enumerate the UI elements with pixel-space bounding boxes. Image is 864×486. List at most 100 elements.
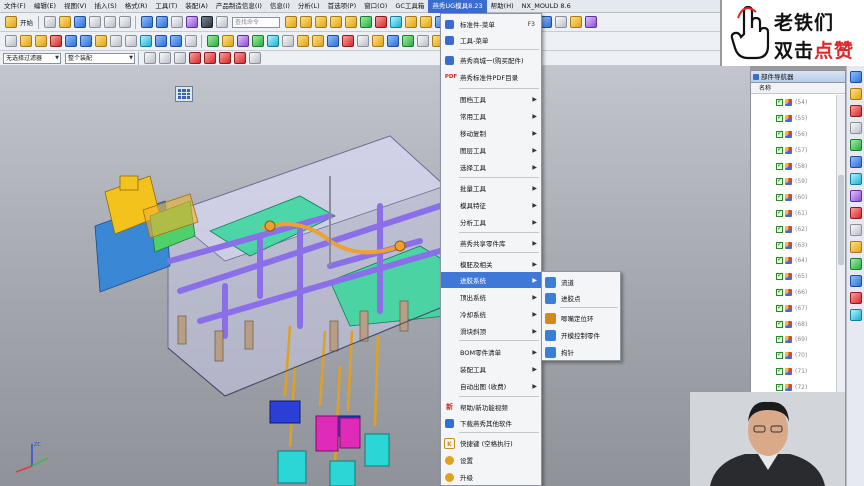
navigator-row[interactable]: (63) bbox=[751, 237, 837, 253]
menu-item-2[interactable]: 工具-菜单 bbox=[441, 32, 541, 48]
menu-item[interactable]: 装配(A) bbox=[181, 0, 212, 13]
menu-item-8[interactable]: 图层工具 ▶ bbox=[441, 142, 541, 158]
add-component-icon[interactable] bbox=[386, 35, 399, 47]
visibility-checkbox[interactable] bbox=[776, 97, 783, 107]
start-button[interactable]: 开始 bbox=[20, 17, 33, 27]
reference-set-icon[interactable] bbox=[416, 35, 429, 47]
visibility-checkbox[interactable] bbox=[776, 319, 783, 328]
submenu-item-4[interactable]: 开模控制零件 bbox=[542, 327, 620, 343]
submenu-item-2[interactable]: 进胶点 bbox=[542, 290, 620, 306]
system-scenes-icon[interactable] bbox=[849, 241, 862, 253]
menu-item[interactable]: 信息(I) bbox=[266, 0, 294, 13]
synchronous-icon[interactable] bbox=[569, 16, 582, 28]
part-navigator-icon[interactable] bbox=[849, 105, 862, 117]
wireframe-icon[interactable] bbox=[109, 35, 122, 47]
visibility-checkbox[interactable] bbox=[776, 303, 783, 312]
history-icon[interactable] bbox=[849, 173, 862, 185]
visibility-checkbox[interactable] bbox=[776, 366, 783, 375]
name-column-header[interactable]: 名称 bbox=[751, 83, 845, 94]
menu-item-1[interactable]: 标准件-菜单 F3 bbox=[441, 16, 541, 32]
submenu-item-1[interactable]: 流道 bbox=[542, 274, 620, 290]
menu-item[interactable]: 燕秀UG模具8.23 bbox=[428, 0, 487, 13]
menu-item-26[interactable]: 升级 bbox=[441, 469, 541, 485]
menu-item[interactable]: 文件(F) bbox=[0, 0, 30, 13]
select-all-icon[interactable] bbox=[143, 52, 156, 64]
menu-item[interactable]: 分析(L) bbox=[294, 0, 324, 13]
assembly-icon[interactable] bbox=[371, 35, 384, 47]
visibility-checkbox[interactable] bbox=[776, 113, 783, 123]
select-icon[interactable] bbox=[4, 35, 17, 47]
visibility-checkbox[interactable] bbox=[776, 208, 783, 217]
cylinder-icon[interactable] bbox=[344, 16, 357, 28]
navigator-row[interactable]: (64) bbox=[751, 253, 837, 269]
menu-item-3[interactable]: 燕秀商城一(购买配件) bbox=[441, 52, 541, 68]
sketch-icon[interactable] bbox=[284, 16, 297, 28]
reuse-library-icon[interactable] bbox=[849, 122, 862, 134]
command-finder-icon[interactable] bbox=[170, 16, 183, 28]
snap-endpoint-icon[interactable] bbox=[188, 52, 201, 64]
wcs-icon[interactable] bbox=[326, 35, 339, 47]
save-icon[interactable] bbox=[73, 16, 86, 28]
submenu-item-5[interactable]: 拘针 bbox=[542, 344, 620, 360]
new-file-icon[interactable] bbox=[43, 16, 56, 28]
measure-angle-icon[interactable] bbox=[311, 35, 324, 47]
visibility-checkbox[interactable] bbox=[776, 192, 783, 202]
fullscreen-icon[interactable] bbox=[215, 16, 228, 28]
visualization-icon[interactable] bbox=[849, 292, 862, 304]
section-view-icon[interactable] bbox=[281, 35, 294, 47]
menu-item[interactable]: 窗口(O) bbox=[360, 0, 391, 13]
menu-item[interactable]: 编辑(E) bbox=[30, 0, 60, 13]
fit-view-icon[interactable] bbox=[19, 35, 32, 47]
mold-wizard-nav-icon[interactable] bbox=[849, 258, 862, 270]
show-hide-icon[interactable] bbox=[221, 35, 234, 47]
navigator-row[interactable]: (65) bbox=[751, 269, 837, 285]
paste-icon[interactable] bbox=[118, 16, 131, 28]
intersect-icon[interactable] bbox=[389, 16, 402, 28]
visibility-checkbox[interactable] bbox=[776, 129, 783, 138]
edge-blend-icon[interactable] bbox=[404, 16, 417, 28]
subtract-icon[interactable] bbox=[374, 16, 387, 28]
navigator-row[interactable]: (57) bbox=[751, 142, 837, 158]
menu-item-12[interactable]: 分析工具 ▶ bbox=[441, 214, 541, 230]
menu-item-22[interactable]: 新帮助/新功能视频 bbox=[441, 399, 541, 415]
isometric-view-icon[interactable] bbox=[154, 35, 167, 47]
menu-item-11[interactable]: 模具特征 ▶ bbox=[441, 197, 541, 213]
visibility-checkbox[interactable] bbox=[776, 176, 783, 186]
palette-icon[interactable] bbox=[849, 275, 862, 287]
menu-item-19[interactable]: BOM零件清单 ▶ bbox=[441, 344, 541, 360]
visibility-checkbox[interactable] bbox=[776, 240, 783, 249]
web-browser-icon[interactable] bbox=[849, 156, 862, 168]
menu-item-24[interactable]: K 快捷键 (空格执行) bbox=[441, 435, 541, 451]
navigator-row[interactable]: (66) bbox=[751, 285, 837, 301]
shaded-with-edges-icon[interactable] bbox=[79, 35, 92, 47]
assembly-scope-select[interactable]: 整个装配 bbox=[65, 52, 135, 64]
menu-item-23[interactable]: 下载燕秀其他软件 bbox=[441, 415, 541, 431]
deselect-icon[interactable] bbox=[158, 52, 171, 64]
menu-item[interactable]: 帮助(H) bbox=[487, 0, 518, 13]
navigator-row[interactable]: (58) bbox=[751, 158, 837, 174]
snap-point-on-curve-icon[interactable] bbox=[248, 52, 261, 64]
menu-item-6[interactable]: 常用工具 ▶ bbox=[441, 108, 541, 124]
open-folder-icon[interactable] bbox=[58, 16, 71, 28]
visibility-checkbox[interactable] bbox=[776, 287, 783, 296]
hd3d-tools-icon[interactable] bbox=[849, 139, 862, 151]
unite-icon[interactable] bbox=[359, 16, 372, 28]
window-icon[interactable] bbox=[200, 16, 213, 28]
constraint-navigator-icon[interactable] bbox=[849, 88, 862, 100]
visibility-checkbox[interactable] bbox=[776, 271, 783, 281]
navigator-row[interactable]: (55) bbox=[751, 111, 837, 127]
undo-icon[interactable] bbox=[140, 16, 153, 28]
menu-item[interactable]: 首选项(P) bbox=[324, 0, 361, 13]
revolve-icon[interactable] bbox=[314, 16, 327, 28]
navigator-row[interactable]: (70) bbox=[751, 348, 837, 364]
datum-plane-icon[interactable] bbox=[554, 16, 567, 28]
menu-item-18[interactable]: 滑块斜顶 ▶ bbox=[441, 323, 541, 339]
menu-item[interactable]: GC工具箱 bbox=[391, 0, 428, 13]
menu-item-5[interactable]: 图档工具 ▶ bbox=[441, 91, 541, 107]
translucency-icon[interactable] bbox=[266, 35, 279, 47]
hidden-lines-icon[interactable] bbox=[124, 35, 137, 47]
submenu-item-3[interactable]: 唧嘴定位环 bbox=[542, 310, 620, 326]
menu-item[interactable]: 工具(T) bbox=[151, 0, 181, 13]
menu-item-25[interactable]: 设置 bbox=[441, 452, 541, 468]
start-icon[interactable] bbox=[4, 16, 17, 28]
